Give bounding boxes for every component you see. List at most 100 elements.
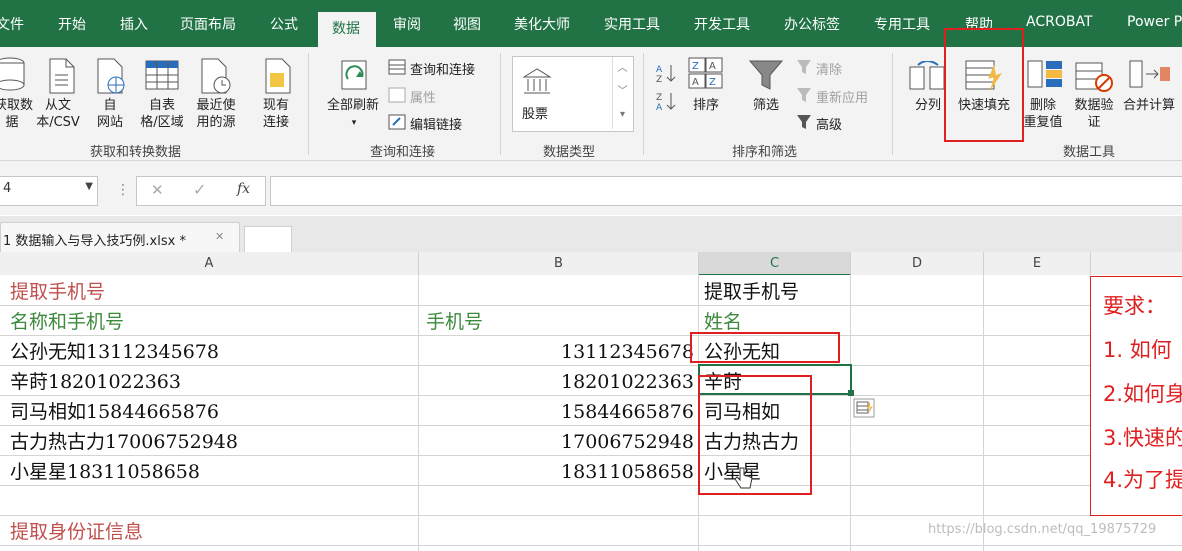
group-divider [643,53,644,155]
group-label-data-tools: 数据工具 [1063,145,1116,160]
advanced-button[interactable]: 高级 [816,114,842,133]
formula-bar-grip-icon[interactable]: ⋮ [116,182,131,198]
cell-a9[interactable]: 提取身份证信息 [10,520,143,544]
refresh-all-button[interactable]: 全部刷新 [322,97,384,114]
cell-b5[interactable]: 15844665876 [420,400,694,424]
group-label-get-transform: 获取和转换数据 [90,145,182,160]
column-header-d[interactable]: D [851,252,984,275]
from-web-button[interactable]: 自 网站 [92,97,128,131]
new-tab-button[interactable] [244,226,292,253]
group-divider [892,53,893,155]
cell-a2[interactable]: 名称和手机号 [10,310,124,334]
tab-developer[interactable]: 开发工具 [694,14,750,34]
grid-line [418,275,419,551]
column-header-e[interactable]: E [984,252,1091,275]
svg-text:Z: Z [692,61,699,72]
requirement-item: 2.如何身 [1103,382,1182,406]
tab-formulas[interactable]: 公式 [270,14,298,34]
column-header-a[interactable]: A [0,252,419,275]
tab-acrobat[interactable]: ACROBAT [1026,14,1093,30]
enter-icon[interactable]: ✓ [193,180,206,199]
tab-insert[interactable]: 插入 [120,14,148,34]
sort-button[interactable]: 排序 [688,97,724,114]
queries-connections-button[interactable]: 查询和连接 [410,59,475,78]
name-box[interactable]: 4 ▼ [0,176,98,206]
tab-data[interactable]: 数据 [318,12,376,47]
tab-special-tools[interactable]: 专用工具 [874,14,930,34]
tab-file[interactable]: 文件 [0,14,24,34]
cell-c1[interactable]: 提取手机号 [704,280,799,304]
tab-page-layout[interactable]: 页面布局 [180,14,236,34]
group-label-queries: 查询和连接 [370,145,436,160]
consolidate-button[interactable]: 合并计算 [1116,97,1182,114]
name-box-value: 4 [3,181,12,196]
cell-a5[interactable]: 司马相如15844665876 [10,400,219,424]
edit-links-button[interactable]: 编辑链接 [410,114,462,133]
chevron-down-icon[interactable]: ▼ [85,181,93,192]
stocks-button[interactable]: 股票 [522,103,548,122]
tab-office-tabs[interactable]: 办公标签 [784,14,840,34]
flash-fill-highlight [944,28,1024,142]
example-cell-highlight [690,332,840,363]
gallery-scroll[interactable]: ︿ ﹀ ▾ [612,57,632,129]
group-label-sort-filter: 排序和筛选 [732,145,798,160]
group-label-data-types: 数据类型 [543,145,596,160]
sort-icon: Z A A Z [688,57,723,89]
cell-b7[interactable]: 18311058658 [420,460,694,484]
get-data-button[interactable]: 获取数 据 [0,97,33,131]
grid-line [0,545,1182,546]
cell-b3[interactable]: 13112345678 [420,340,694,364]
reapply-button[interactable]: 重新应用 [816,87,868,106]
table-range-icon [145,60,179,90]
filter-button[interactable]: 筛选 [746,97,786,114]
chevron-down-icon[interactable]: ▾ [348,115,360,132]
tab-review[interactable]: 审阅 [393,14,421,34]
insert-function-icon[interactable]: fx [237,181,250,197]
cell-c2[interactable]: 姓名 [704,310,742,334]
existing-connections-icon [265,58,291,94]
tab-home[interactable]: 开始 [58,14,86,34]
existing-connections-button[interactable]: 现有 连接 [256,97,296,131]
grid-line [983,275,984,551]
cell-a3[interactable]: 公孙无知13112345678 [10,340,219,364]
sort-az-icon[interactable]: A Z [656,63,678,83]
svg-text:A: A [656,65,663,75]
sort-za-icon[interactable]: Z A [656,91,678,111]
tab-power-pivot[interactable]: Power P [1127,14,1182,30]
workbook-tab[interactable]: 1 数据输入与导入技巧例.xlsx * ✕ [0,222,240,253]
grid-line [0,365,1182,366]
cancel-icon[interactable]: ✕ [151,181,164,199]
properties-button[interactable]: 属性 [410,87,436,106]
cell-a4[interactable]: 辛莳18201022363 [10,370,181,394]
cell-a6[interactable]: 古力热古力17006752948 [10,430,238,454]
svg-text:Z: Z [656,93,662,103]
clear-button[interactable]: 清除 [816,59,842,78]
tab-view[interactable]: 视图 [453,14,481,34]
stocks-icon [522,68,552,94]
column-header-b[interactable]: B [419,252,699,275]
svg-text:A: A [692,77,699,88]
cell-b6[interactable]: 17006752948 [420,430,694,454]
text-to-columns-button[interactable]: 分列 [910,97,946,114]
formula-input[interactable] [270,176,1182,206]
flash-fill-options-icon[interactable] [853,398,875,418]
column-header-c[interactable]: C [699,252,851,276]
tab-beautify-master[interactable]: 美化大师 [514,14,570,34]
recent-sources-button[interactable]: 最近使 用的源 [190,97,242,131]
remove-duplicates-button[interactable]: 删除 重复值 [1018,97,1068,131]
cell-b4[interactable]: 18201022363 [420,370,694,394]
fill-handle[interactable] [848,390,854,396]
cell-a7[interactable]: 小星星18311058658 [10,460,200,484]
from-text-csv-button[interactable]: 从文 本/CSV [32,97,84,131]
svg-text:A: A [709,61,716,72]
watermark: https://blog.csdn.net/qq_19875729 [928,522,1157,537]
grid-line [0,455,1182,456]
cell-b2[interactable]: 手机号 [426,310,483,334]
tab-utility-tools[interactable]: 实用工具 [604,14,660,34]
text-to-columns-icon [909,61,945,90]
refresh-all-icon [341,60,367,90]
close-icon[interactable]: ✕ [215,230,224,243]
from-table-range-button[interactable]: 自表 格/区域 [136,97,188,131]
data-validation-button[interactable]: 数据验 证 [1066,97,1122,131]
cell-a1[interactable]: 提取手机号 [10,280,105,304]
